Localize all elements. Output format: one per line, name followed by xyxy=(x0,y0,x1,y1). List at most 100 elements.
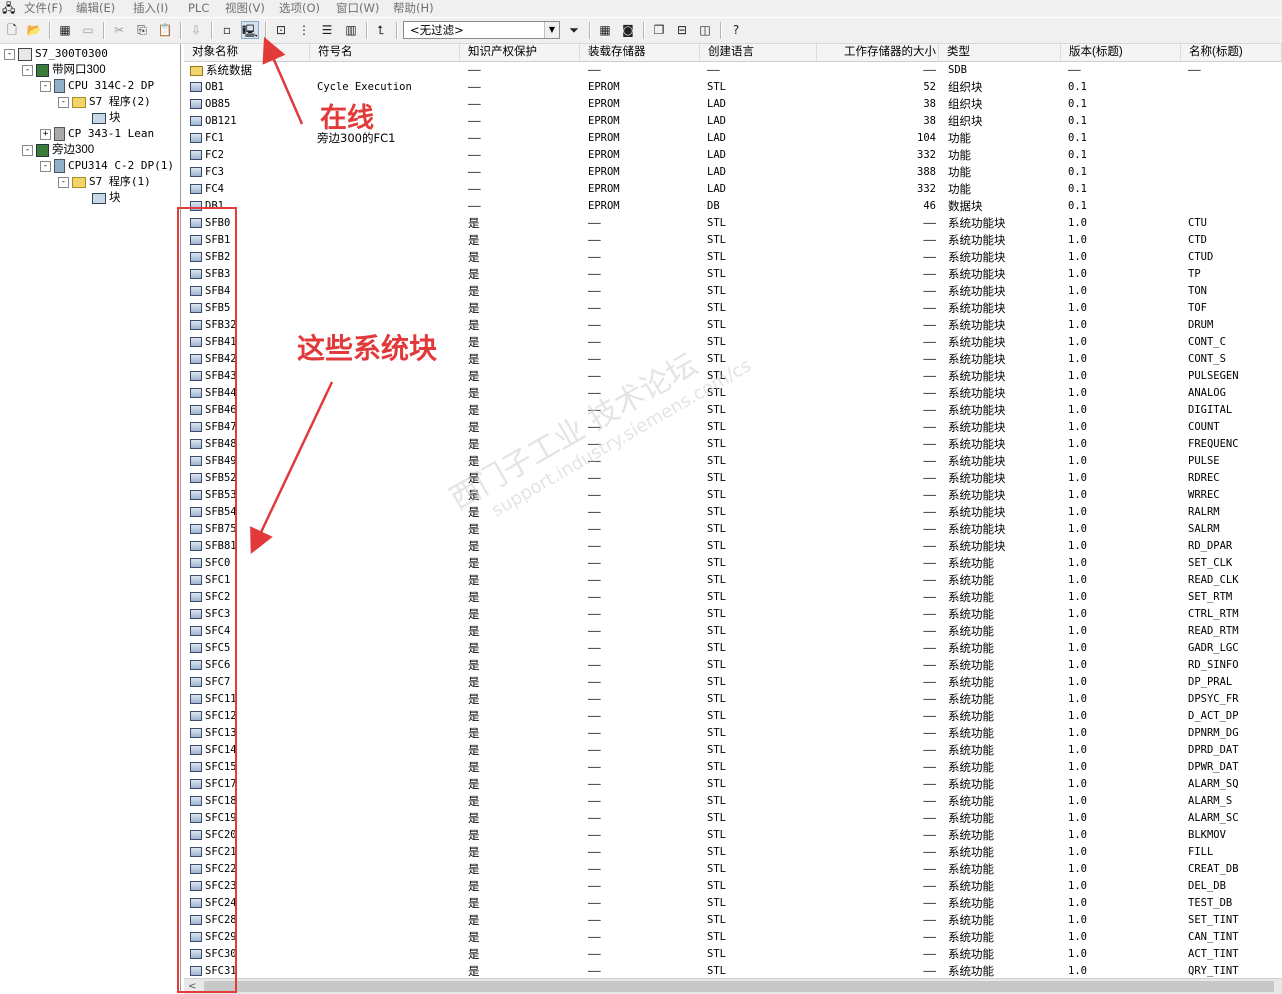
tree-node-station[interactable]: - 旁边300 xyxy=(22,142,94,158)
table-row[interactable]: SFB4 是 —— STL —— 系统功能块 1.0 TON xyxy=(184,283,1282,300)
collapse-icon[interactable]: - xyxy=(58,96,69,108)
small-icons-icon[interactable]: ⋮ xyxy=(295,21,313,39)
filter-select[interactable]: <无过滤> ▼ xyxy=(403,21,560,39)
table-row[interactable]: DB1 —— EPROM DB 46 数据块 0.1 xyxy=(184,198,1282,215)
table-row[interactable]: SFC29 是 —— STL —— 系统功能 1.0 CAN_TINT xyxy=(184,929,1282,946)
list-icon[interactable]: ☰ xyxy=(318,21,336,39)
table-row[interactable]: SFB44 是 —— STL —— 系统功能块 1.0 ANALOG xyxy=(184,385,1282,402)
object-name-cell[interactable]: FC4 xyxy=(190,181,310,198)
object-name-cell[interactable]: FC2 xyxy=(190,147,310,164)
table-row[interactable]: SFC14 是 —— STL —— 系统功能 1.0 DPRD_DAT xyxy=(184,742,1282,759)
collapse-icon[interactable]: - xyxy=(40,80,51,92)
menu-file[interactable]: 文件(F) xyxy=(24,1,63,15)
object-name-cell[interactable]: OB85 xyxy=(190,96,310,113)
up-level-icon[interactable]: ⮤ xyxy=(372,21,390,39)
table-row[interactable]: SFC12 是 —— STL —— 系统功能 1.0 D_ACT_DP xyxy=(184,708,1282,725)
table-row[interactable]: SFC21 是 —— STL —— 系统功能 1.0 FILL xyxy=(184,844,1282,861)
tree-node-station[interactable]: - 带网口300 xyxy=(22,62,106,78)
menu-help[interactable]: 帮助(H) xyxy=(393,1,434,15)
table-row[interactable]: SFC3 是 —— STL —— 系统功能 1.0 CTRL_RTM xyxy=(184,606,1282,623)
table-row[interactable]: FC4 —— EPROM LAD 332 功能 0.1 xyxy=(184,181,1282,198)
table-row[interactable]: SFB5 是 —— STL —— 系统功能块 1.0 TOF xyxy=(184,300,1282,317)
table-row[interactable]: FC3 —— EPROM LAD 388 功能 0.1 xyxy=(184,164,1282,181)
table-row[interactable]: SFC6 是 —— STL —— 系统功能 1.0 RD_SINFO xyxy=(184,657,1282,674)
table-row[interactable]: SFB0 是 —— STL —— 系统功能块 1.0 CTU xyxy=(184,215,1282,232)
tree-node-blocks[interactable]: 块 xyxy=(92,190,121,206)
table-row[interactable]: SFB3 是 —— STL —— 系统功能块 1.0 TP xyxy=(184,266,1282,283)
table-row[interactable]: SFC18 是 —— STL —— 系统功能 1.0 ALARM_S xyxy=(184,793,1282,810)
details-icon[interactable]: ▥ xyxy=(342,21,360,39)
table-row[interactable]: SFB49 是 —— STL —— 系统功能块 1.0 PULSE xyxy=(184,453,1282,470)
object-name-cell[interactable]: OB121 xyxy=(190,113,310,130)
menu-options[interactable]: 选项(O) xyxy=(279,1,320,15)
table-row[interactable]: SFB48 是 —— STL —— 系统功能块 1.0 FREQUENC xyxy=(184,436,1282,453)
tree-node-project[interactable]: - S7_300T0300 xyxy=(4,46,108,62)
tree-node-program[interactable]: - S7 程序(2) xyxy=(58,94,151,110)
table-row[interactable]: SFB53 是 —— STL —— 系统功能块 1.0 WRREC xyxy=(184,487,1282,504)
collapse-icon[interactable]: - xyxy=(58,176,69,188)
table-row[interactable]: FC2 —— EPROM LAD 332 功能 0.1 xyxy=(184,147,1282,164)
column-header-title[interactable]: 名称(标题) xyxy=(1181,44,1282,61)
column-header-language[interactable]: 创建语言 xyxy=(700,44,817,61)
menu-window[interactable]: 窗口(W) xyxy=(336,1,379,15)
table-row[interactable]: SFC17 是 —— STL —— 系统功能 1.0 ALARM_SQ xyxy=(184,776,1282,793)
collapse-icon[interactable]: - xyxy=(40,160,51,172)
table-row[interactable]: SFC19 是 —— STL —— 系统功能 1.0 ALARM_SC xyxy=(184,810,1282,827)
menu-insert[interactable]: 插入(I) xyxy=(133,1,168,15)
column-header-symbol[interactable]: 符号名 xyxy=(310,44,460,61)
object-name-cell[interactable]: OB1 xyxy=(190,79,310,96)
table-row[interactable]: SFB52 是 —— STL —— 系统功能块 1.0 RDREC xyxy=(184,470,1282,487)
tree-node-program[interactable]: - S7 程序(1) xyxy=(58,174,151,190)
tree-node-cpu[interactable]: - CPU314 C-2 DP(1) xyxy=(40,158,174,174)
column-header-version[interactable]: 版本(标题) xyxy=(1061,44,1181,61)
table-row[interactable]: SFC22 是 —— STL —— 系统功能 1.0 CREAT_DB xyxy=(184,861,1282,878)
table-row[interactable]: SFC5 是 —— STL —— 系统功能 1.0 GADR_LGC xyxy=(184,640,1282,657)
collapse-icon[interactable]: - xyxy=(22,144,33,156)
table-row[interactable]: SFB46 是 —— STL —— 系统功能块 1.0 DIGITAL xyxy=(184,402,1282,419)
table-row[interactable]: SFB1 是 —— STL —— 系统功能块 1.0 CTD xyxy=(184,232,1282,249)
object-name-cell[interactable]: FC1 xyxy=(190,130,310,147)
scroll-thumb[interactable] xyxy=(204,981,1274,992)
table-row[interactable]: SFC0 是 —— STL —— 系统功能 1.0 SET_CLK xyxy=(184,555,1282,572)
table-row[interactable]: SFC24 是 —— STL —— 系统功能 1.0 TEST_DB xyxy=(184,895,1282,912)
table-row[interactable]: SFC7 是 —— STL —— 系统功能 1.0 DP_PRAL xyxy=(184,674,1282,691)
simulation-icon[interactable]: ◙ xyxy=(619,21,637,39)
object-name-cell[interactable]: 系统数据 xyxy=(190,62,310,79)
table-row[interactable]: SFC31 是 —— STL —— 系统功能 1.0 QRY_TINT xyxy=(184,963,1282,978)
table-row[interactable]: SFC28 是 —— STL —— 系统功能 1.0 SET_TINT xyxy=(184,912,1282,929)
netpro-icon[interactable]: ▦ xyxy=(596,21,614,39)
menu-edit[interactable]: 编辑(E) xyxy=(76,1,115,15)
column-header-protection[interactable]: 知识产权保护 xyxy=(460,44,580,61)
cascade-windows-icon[interactable]: ❐ xyxy=(650,21,668,39)
open-icon[interactable]: 📂 xyxy=(25,21,43,39)
collapse-icon[interactable]: - xyxy=(4,48,15,60)
table-row[interactable]: OB1 Cycle Execution —— EPROM STL 52 组织块 0.1 xyxy=(184,79,1282,96)
column-header-object-name[interactable]: 对象名称 xyxy=(184,44,310,61)
table-row[interactable]: SFB43 是 —— STL —— 系统功能块 1.0 PULSEGEN xyxy=(184,368,1282,385)
table-row[interactable]: SFB75 是 —— STL —— 系统功能块 1.0 SALRM xyxy=(184,521,1282,538)
column-header-work-memory[interactable]: 工作存储器的大小 xyxy=(817,44,939,61)
table-row[interactable]: SFC20 是 —— STL —— 系统功能 1.0 BLKMOV xyxy=(184,827,1282,844)
tree-node-cpu[interactable]: - CPU 314C-2 DP xyxy=(40,78,154,94)
horizontal-scrollbar[interactable]: < xyxy=(184,978,1282,994)
table-row[interactable]: SFB81 是 —— STL —— 系统功能块 1.0 RD_DPAR xyxy=(184,538,1282,555)
help-icon[interactable]: ? xyxy=(727,21,745,39)
table-row[interactable]: SFC4 是 —— STL —— 系统功能 1.0 READ_RTM xyxy=(184,623,1282,640)
table-row[interactable]: SFC1 是 —— STL —— 系统功能 1.0 READ_CLK xyxy=(184,572,1282,589)
table-row[interactable]: SFC13 是 —— STL —— 系统功能 1.0 DPNRM_DG xyxy=(184,725,1282,742)
filter-settings-icon[interactable]: ⏷ xyxy=(565,21,583,39)
menu-plc[interactable]: PLC xyxy=(188,1,209,15)
copy-icon[interactable]: ⎘ xyxy=(133,21,151,39)
object-name-cell[interactable]: FC3 xyxy=(190,164,310,181)
tile-horizontal-icon[interactable]: ⊟ xyxy=(673,21,691,39)
table-row[interactable]: 系统数据 —— —— —— —— SDB —— —— xyxy=(184,62,1282,79)
table-row[interactable]: SFC2 是 —— STL —— 系统功能 1.0 SET_RTM xyxy=(184,589,1282,606)
expand-icon[interactable]: + xyxy=(40,128,51,140)
tree-node-blocks[interactable]: 块 xyxy=(92,110,121,126)
table-row[interactable]: SFB2 是 —— STL —— 系统功能块 1.0 CTUD xyxy=(184,249,1282,266)
large-icons-icon[interactable]: ⊡ xyxy=(272,21,290,39)
tile-vertical-icon[interactable]: ◫ xyxy=(696,21,714,39)
new-icon[interactable]: 🗋 xyxy=(3,21,21,39)
table-row[interactable]: SFB54 是 —— STL —— 系统功能块 1.0 RALRM xyxy=(184,504,1282,521)
memory-card-icon[interactable]: ▭ xyxy=(79,21,97,39)
